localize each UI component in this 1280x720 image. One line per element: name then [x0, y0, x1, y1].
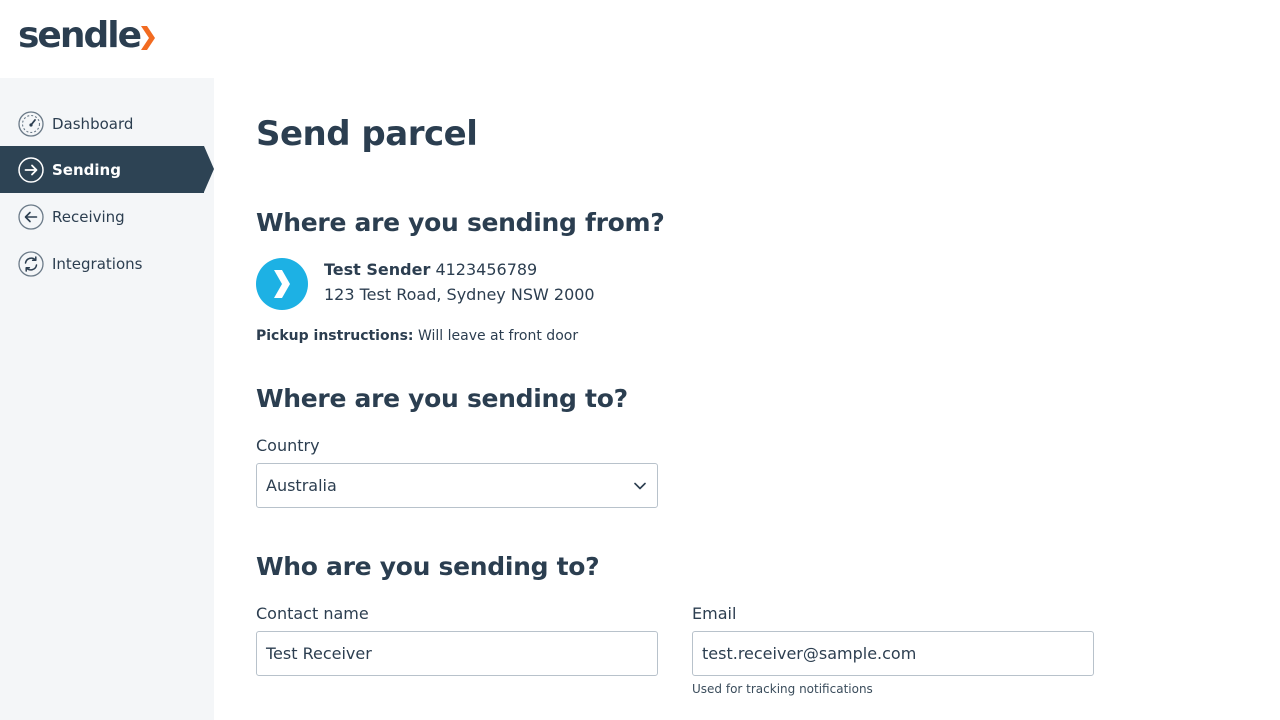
country-label: Country [256, 436, 320, 455]
contact-name-label: Contact name [256, 604, 369, 623]
arrow-right-circle-icon [18, 156, 44, 183]
pickup-instructions: Pickup instructions: Will leave at front… [256, 328, 578, 344]
email-helper-text: Used for tracking notifications [692, 682, 873, 696]
pickup-label: Pickup instructions: [256, 328, 414, 344]
country-selected-value: Australia [266, 476, 337, 495]
sidebar-item-sending[interactable]: Sending [0, 146, 214, 193]
logo-text: sendle [18, 15, 142, 56]
sidebar-item-label: Sending [52, 160, 121, 179]
sidebar: Dashboard Sending Receiving Integrations [0, 78, 214, 720]
sidebar-item-label: Dashboard [52, 114, 134, 133]
sender-avatar [256, 258, 308, 310]
who-section-heading: Who are you sending to? [256, 552, 600, 581]
from-section-heading: Where are you sending from? [256, 208, 665, 237]
sidebar-item-receiving[interactable]: Receiving [0, 193, 214, 240]
sender-name-phone: Test Sender 4123456789 [324, 260, 537, 279]
contact-name-value: Test Receiver [266, 644, 372, 663]
page-title: Send parcel [256, 114, 478, 154]
chevron-right-icon [274, 270, 290, 298]
pickup-value: Will leave at front door [417, 328, 579, 344]
chevron-down-icon [634, 482, 646, 490]
country-select[interactable]: Australia [256, 463, 658, 508]
to-section-heading: Where are you sending to? [256, 384, 628, 413]
sender-phone: 4123456789 [435, 260, 538, 279]
sidebar-item-dashboard[interactable]: Dashboard [0, 100, 214, 147]
sidebar-item-label: Receiving [52, 207, 125, 226]
email-label: Email [692, 604, 737, 623]
sidebar-item-label: Integrations [52, 254, 143, 273]
main-content: Send parcel Where are you sending from? … [256, 0, 1256, 720]
email-input[interactable]: test.receiver@sample.com [692, 631, 1094, 676]
sender-address: 123 Test Road, Sydney NSW 2000 [324, 285, 595, 304]
sender-name: Test Sender [324, 260, 431, 279]
sidebar-item-integrations[interactable]: Integrations [0, 240, 214, 287]
sendle-logo[interactable]: sendle [18, 16, 155, 56]
refresh-circle-icon [18, 250, 44, 277]
email-value: test.receiver@sample.com [702, 644, 917, 663]
speedometer-icon [18, 110, 44, 137]
arrow-left-circle-icon [18, 203, 44, 230]
contact-name-input[interactable]: Test Receiver [256, 631, 658, 676]
logo-chevron-icon [141, 25, 155, 50]
